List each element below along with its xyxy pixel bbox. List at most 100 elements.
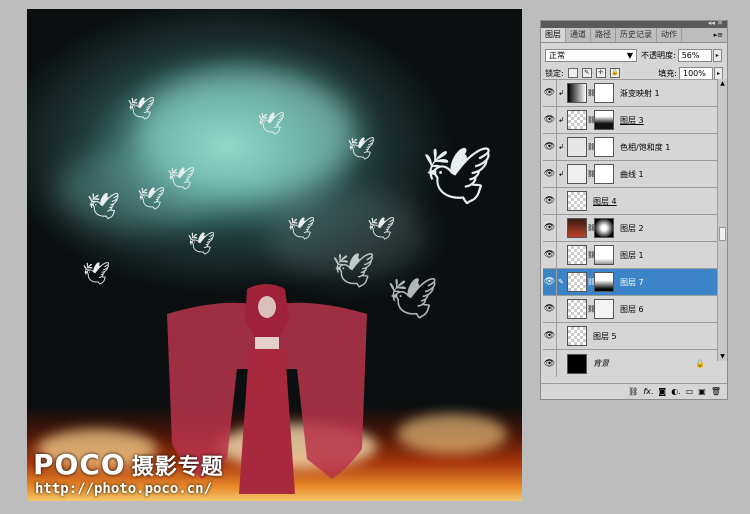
- layer-row-3[interactable]: 👁 ↲ ⛓ 图层 3: [543, 106, 717, 134]
- opacity-slider-button[interactable]: ▸: [712, 48, 722, 62]
- layer-row-6[interactable]: 👁 ⛓ 图层 6: [543, 295, 717, 323]
- layer-row-curves[interactable]: 👁 ↲ ⛓ 曲线 1: [543, 160, 717, 188]
- layer-row-2[interactable]: 👁 ⛓ 图层 2: [543, 214, 717, 242]
- dove-icon: 🕊: [167, 167, 195, 192]
- visibility-eye-icon[interactable]: 👁: [543, 187, 557, 215]
- clip-arrow-icon: ↲: [558, 170, 564, 178]
- lock-all-icon[interactable]: 🔒: [609, 68, 620, 78]
- clip-arrow-icon: ↲: [558, 89, 564, 97]
- layer-name: 色相/饱和度 1: [620, 142, 671, 152]
- layer-row-background[interactable]: 👁 背景 🔒: [543, 350, 717, 377]
- brush-icon: ✎: [558, 278, 564, 286]
- visibility-eye-icon[interactable]: 👁: [543, 241, 557, 269]
- lock-pixels-icon[interactable]: ✎: [581, 68, 592, 78]
- tab-paths[interactable]: 路径: [591, 28, 616, 42]
- scrollbar-thumb[interactable]: [719, 227, 726, 241]
- mask-icon[interactable]: ◙: [658, 387, 666, 396]
- trash-icon[interactable]: 🗑: [711, 387, 721, 396]
- panel-bottom-toolbar: ⛓ fx. ◙ ◐. ▭ ▣ 🗑: [541, 383, 727, 399]
- layer-mask-thumb[interactable]: [594, 245, 614, 265]
- layer-thumb: [567, 272, 587, 292]
- tab-channels[interactable]: 通道: [566, 28, 591, 42]
- blend-mode-select[interactable]: 正常 ▼: [545, 48, 637, 62]
- visibility-eye-icon[interactable]: 👁: [543, 133, 557, 161]
- layer-name: 图层 1: [620, 250, 644, 260]
- curves-icon: [567, 164, 587, 184]
- chevron-down-icon: ▼: [626, 50, 633, 60]
- lock-position-icon[interactable]: ✛: [595, 68, 606, 78]
- link-icon: ⛓: [587, 224, 596, 232]
- layer-row-5[interactable]: 👁 图层 5: [543, 322, 717, 350]
- dove-icon: 🕊: [287, 217, 315, 242]
- canvas-artwork: 🕊 🕊 🕊 🕊 🕊 🕊 🕊 🕊 🕊 🕊 🕊 🕊 🕊 POCO 摄影专题 http:…: [27, 9, 522, 501]
- gradient-map-icon: [567, 83, 587, 103]
- fx-icon[interactable]: fx.: [643, 387, 653, 396]
- dove-icon: 🕊: [367, 217, 395, 242]
- layer-thumb: [567, 110, 587, 130]
- layer-row-gradient-map[interactable]: 👁 ↲ ⛓ 渐变映射 1: [543, 79, 717, 107]
- lock-icon: 🔒: [695, 359, 705, 368]
- scroll-up-icon[interactable]: ▲: [718, 79, 727, 88]
- watermark-subtitle: 摄影专题: [131, 455, 224, 480]
- fill-input[interactable]: 100%: [679, 66, 713, 80]
- dove-icon: 🕊: [82, 262, 110, 287]
- visibility-eye-icon[interactable]: 👁: [543, 350, 557, 377]
- panel-tabs: 图层 通道 路径 历史记录 动作 ▸≡: [541, 28, 727, 43]
- dove-icon: 🕊: [257, 112, 285, 137]
- layer-mask-thumb[interactable]: [594, 299, 614, 319]
- layer-name: 背景: [593, 359, 609, 368]
- panel-menu-icon[interactable]: ▸≡: [710, 28, 727, 42]
- layer-thumb: [567, 245, 587, 265]
- hue-saturation-icon: [567, 137, 587, 157]
- layer-list-scrollbar[interactable]: ▲ ▼: [717, 79, 727, 361]
- layer-row-1[interactable]: 👁 ⛓ 图层 1: [543, 241, 717, 269]
- layer-name: 图层 2: [620, 223, 644, 233]
- layer-thumb: [567, 326, 587, 346]
- opacity-label: 不透明度:: [641, 50, 676, 60]
- layer-mask-thumb[interactable]: [594, 110, 614, 130]
- layer-row-4[interactable]: 👁 图层 4: [543, 187, 717, 215]
- layer-mask-thumb[interactable]: [594, 218, 614, 238]
- tab-actions[interactable]: 动作: [657, 28, 682, 42]
- layer-name: 图层 4: [593, 196, 617, 206]
- visibility-eye-icon[interactable]: 👁: [543, 322, 557, 350]
- clip-arrow-icon: ↲: [558, 116, 564, 124]
- layer-thumb: [567, 299, 587, 319]
- visibility-eye-icon[interactable]: 👁: [543, 79, 557, 107]
- visibility-eye-icon[interactable]: 👁: [543, 295, 557, 323]
- visibility-eye-icon[interactable]: 👁: [543, 106, 557, 134]
- tab-layers[interactable]: 图层: [541, 28, 566, 42]
- large-dove-icon: 🕊: [422, 144, 494, 209]
- dove-icon: 🕊: [137, 187, 165, 212]
- layer-name: 图层 5: [593, 331, 617, 341]
- layer-mask-thumb[interactable]: [594, 137, 614, 157]
- layer-name: 渐变映射 1: [620, 88, 660, 98]
- fill-slider-button[interactable]: ▸: [714, 66, 723, 80]
- layer-row-hue-saturation[interactable]: 👁 ↲ ⛓ 色相/饱和度 1: [543, 133, 717, 161]
- dove-icon: 🕊: [87, 192, 121, 222]
- layer-mask-thumb[interactable]: [594, 272, 614, 292]
- link-icon: ⛓: [587, 278, 596, 286]
- collapse-icon[interactable]: ◂◂ ✕: [708, 19, 723, 27]
- opacity-input[interactable]: 56%: [677, 48, 712, 62]
- link-icon[interactable]: ⛓: [628, 387, 638, 396]
- panel-title-bar[interactable]: ◂◂ ✕: [541, 19, 727, 28]
- layer-name: 图层 7: [620, 277, 644, 287]
- visibility-eye-icon[interactable]: 👁: [543, 268, 557, 296]
- visibility-eye-icon[interactable]: 👁: [543, 160, 557, 188]
- dove-icon: 🕊: [347, 137, 375, 162]
- layer-thumb: [567, 218, 587, 238]
- lock-transparency-icon[interactable]: [567, 68, 578, 78]
- folder-icon[interactable]: ▭: [686, 387, 694, 396]
- scroll-down-icon[interactable]: ▼: [718, 352, 727, 361]
- layer-mask-thumb[interactable]: [594, 83, 614, 103]
- adjustment-icon[interactable]: ◐.: [671, 387, 681, 396]
- layer-row-7-selected[interactable]: 👁 ✎ ⛓ 图层 7: [543, 268, 717, 296]
- visibility-eye-icon[interactable]: 👁: [543, 214, 557, 242]
- layers-panel: ◂◂ ✕ 图层 通道 路径 历史记录 动作 ▸≡ 正常 ▼ 不透明度: 56% …: [540, 19, 728, 400]
- layer-mask-thumb[interactable]: [594, 164, 614, 184]
- link-icon: ⛓: [587, 89, 596, 97]
- new-layer-icon[interactable]: ▣: [698, 387, 706, 396]
- link-icon: ⛓: [587, 170, 596, 178]
- tab-history[interactable]: 历史记录: [616, 28, 657, 42]
